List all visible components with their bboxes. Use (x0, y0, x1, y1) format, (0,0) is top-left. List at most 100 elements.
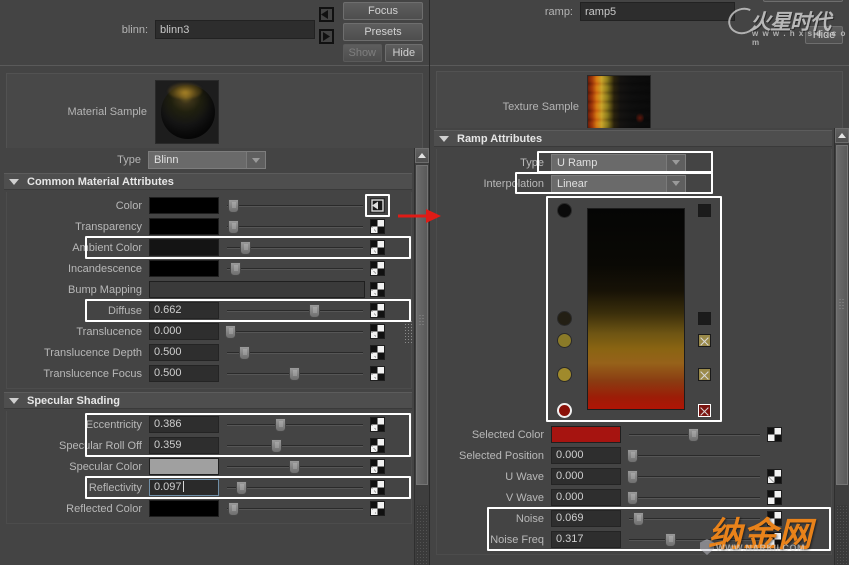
slider-handle[interactable] (240, 241, 252, 255)
attribute-value-field[interactable]: 0.097 (149, 479, 219, 496)
texture-map-button[interactable] (370, 324, 385, 339)
texture-map-button[interactable] (370, 459, 385, 474)
attribute-slider[interactable] (225, 302, 365, 319)
node-name-input[interactable] (155, 20, 315, 39)
attribute-value-field[interactable]: 0.500 (149, 365, 219, 382)
ramp-color-marker[interactable] (557, 311, 572, 326)
attribute-slider[interactable] (627, 531, 762, 548)
attribute-slider[interactable] (225, 344, 365, 361)
slider-handle[interactable] (227, 199, 239, 213)
bump-map-field[interactable] (149, 281, 365, 298)
slider-handle[interactable] (230, 262, 242, 276)
attribute-slider[interactable] (627, 510, 762, 527)
texture-map-button[interactable] (370, 303, 385, 318)
presets-button[interactable]: Presets (343, 23, 423, 41)
ramp-delete-button[interactable] (698, 334, 711, 347)
color-swatch[interactable] (149, 197, 219, 214)
slider-handle[interactable] (238, 346, 250, 360)
texture-map-button[interactable] (370, 240, 385, 255)
ramp-delete-button[interactable] (698, 312, 711, 325)
scroll-up-button[interactable] (415, 148, 429, 163)
attribute-slider[interactable] (225, 197, 365, 214)
hide-button[interactable]: Hide (384, 44, 423, 62)
slider-handle[interactable] (627, 470, 638, 484)
left-scroll-thumb[interactable] (416, 165, 428, 485)
ramp-presets-button[interactable]: Presets (763, 0, 843, 2)
slider-handle[interactable] (270, 439, 282, 453)
attribute-value-field[interactable]: 0.000 (551, 468, 621, 485)
attribute-slider[interactable] (225, 260, 365, 277)
attribute-slider[interactable] (225, 458, 365, 475)
ramp-attributes-section-header[interactable]: Ramp Attributes (434, 130, 832, 147)
color-swatch[interactable] (149, 218, 219, 235)
ramp-delete-button[interactable] (698, 368, 711, 381)
texture-map-button[interactable] (370, 282, 385, 297)
color-swatch[interactable] (149, 500, 219, 517)
ramp-delete-button[interactable] (698, 404, 711, 417)
ramp-gradient-widget[interactable] (549, 198, 719, 420)
slider-handle[interactable] (633, 512, 645, 526)
attribute-slider[interactable] (225, 437, 365, 454)
right-scroll-thumb[interactable] (836, 145, 848, 485)
ramp-hide-button[interactable]: Hide (805, 26, 843, 44)
material-sample-swatch[interactable] (155, 80, 219, 144)
ramp-gradient-preview[interactable] (587, 208, 685, 410)
left-scroll-track[interactable] (416, 505, 428, 565)
attribute-value-field[interactable]: 0.000 (149, 323, 219, 340)
attribute-slider[interactable] (225, 323, 365, 340)
scroll-up-button[interactable] (835, 128, 849, 143)
attribute-value-field[interactable]: 0.386 (149, 416, 219, 433)
input-connection-icon[interactable] (318, 6, 335, 23)
texture-map-button[interactable] (767, 511, 782, 526)
attribute-slider[interactable] (627, 468, 762, 485)
show-button[interactable]: Show (343, 44, 382, 62)
ramp-color-marker[interactable] (557, 333, 572, 348)
attribute-slider[interactable] (225, 365, 365, 382)
attribute-value-field[interactable]: 0.500 (149, 344, 219, 361)
color-swatch[interactable] (149, 458, 219, 475)
material-type-combo[interactable]: Blinn (148, 151, 266, 169)
color-swatch[interactable] (551, 426, 621, 443)
attribute-value-field[interactable]: 0.317 (551, 531, 621, 548)
texture-map-button[interactable] (767, 469, 782, 484)
ramp-color-marker[interactable] (557, 203, 572, 218)
attribute-slider[interactable] (225, 479, 365, 496)
ramp-name-input[interactable] (580, 2, 735, 21)
left-vertical-scrollbar[interactable] (414, 148, 429, 565)
color-input-connection-icon[interactable] (370, 198, 385, 213)
slider-handle[interactable] (227, 220, 239, 234)
right-vertical-scrollbar[interactable] (834, 128, 849, 565)
texture-map-button[interactable] (370, 501, 385, 516)
attribute-slider[interactable] (225, 239, 365, 256)
texture-map-button[interactable] (370, 366, 385, 381)
texture-map-button[interactable] (767, 490, 782, 505)
attribute-slider[interactable] (225, 500, 365, 517)
attribute-value-field[interactable]: 0.662 (149, 302, 219, 319)
texture-map-button[interactable] (370, 261, 385, 276)
texture-map-button[interactable] (370, 480, 385, 495)
color-swatch[interactable] (149, 239, 219, 256)
slider-handle[interactable] (288, 460, 300, 474)
attribute-slider[interactable] (627, 426, 762, 443)
color-swatch[interactable] (149, 260, 219, 277)
attribute-slider[interactable] (627, 489, 762, 506)
texture-map-button[interactable] (767, 427, 782, 442)
slider-handle[interactable] (274, 418, 286, 432)
section-header[interactable]: Specular Shading (4, 392, 412, 409)
attribute-slider[interactable] (225, 218, 365, 235)
focus-button[interactable]: Focus (343, 2, 423, 20)
slider-handle[interactable] (225, 325, 236, 339)
slider-handle[interactable] (288, 367, 300, 381)
right-scroll-track[interactable] (836, 505, 848, 565)
collapse-triangle-icon[interactable] (439, 135, 449, 142)
ramp-type-combo[interactable]: U Ramp (551, 153, 686, 172)
attribute-value-field[interactable]: 0.069 (551, 510, 621, 527)
slider-handle[interactable] (627, 449, 638, 463)
slider-handle[interactable] (664, 533, 676, 547)
ramp-color-marker[interactable] (557, 367, 572, 382)
attribute-value-field[interactable]: 0.359 (149, 437, 219, 454)
texture-map-button[interactable] (767, 532, 782, 547)
attribute-slider[interactable] (627, 447, 762, 464)
collapse-triangle-icon[interactable] (9, 397, 19, 404)
texture-map-button[interactable] (370, 417, 385, 432)
